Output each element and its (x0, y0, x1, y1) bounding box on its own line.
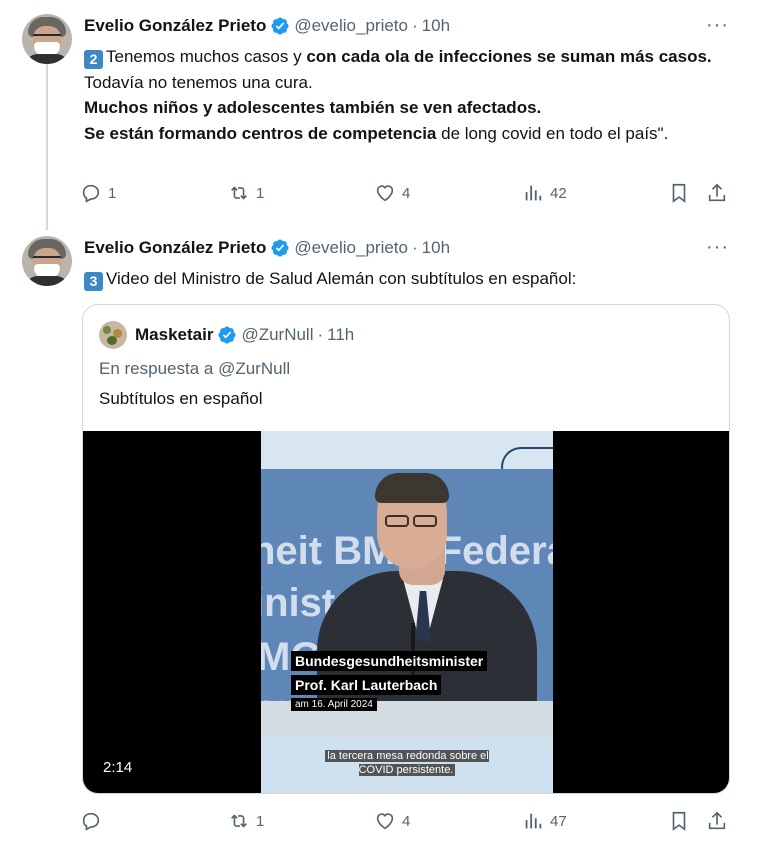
reply-icon (82, 184, 100, 203)
video-frame: heit BMG Federa inist lth MG er Bundesge… (261, 431, 553, 793)
author-name[interactable]: Evelio González Prieto (84, 16, 266, 36)
timestamp[interactable]: 10h (422, 238, 450, 258)
action-bar: 1 4 47 (80, 810, 740, 836)
bookmark-icon (672, 811, 686, 831)
reply-icon (82, 812, 100, 831)
quoted-timestamp[interactable]: 11h (327, 325, 354, 345)
text-bold: Se están formando centros de competencia (84, 123, 437, 143)
quoted-author-name[interactable]: Masketair (135, 325, 213, 345)
views-button[interactable]: 42 (522, 182, 567, 204)
lower-third-name: Prof. Karl Lauterbach (291, 675, 442, 695)
like-button[interactable]: 4 (374, 810, 410, 832)
video-duration: 2:14 (95, 757, 141, 778)
avatar[interactable] (22, 236, 72, 286)
tweet-text: 3 Video del Ministro de Salud Alemán con … (84, 266, 734, 292)
retweet-icon (231, 186, 247, 200)
share-icon (708, 183, 726, 202)
views-count: 42 (550, 184, 567, 202)
tweet-header: Evelio González Prieto @evelio_prieto · … (84, 238, 450, 258)
author-name[interactable]: Evelio González Prieto (84, 238, 266, 258)
text-normal: Todavía no tenemos una cura. (84, 72, 313, 92)
tweet-header: Evelio González Prieto @evelio_prieto · … (84, 16, 450, 36)
avatar-shape (107, 336, 117, 345)
keycap-number-badge: 3 (84, 272, 103, 291)
views-chart-icon (525, 813, 542, 829)
like-button[interactable]: 4 (374, 182, 410, 204)
retweet-icon (231, 814, 247, 828)
reply-count: 1 (108, 184, 117, 202)
avatar-shape (103, 326, 111, 334)
text-line: Muchos niños y adolescentes también se v… (84, 95, 734, 121)
bookmark-icon (672, 183, 686, 203)
video-subtitle: la tercera mesa redonda sobre el COVID p… (317, 749, 497, 777)
avatar-glasses (33, 256, 61, 262)
text-bold: con cada ola de infecciones se suman más… (306, 47, 712, 66)
author-handle[interactable]: @evelio_prieto (294, 16, 408, 36)
tweet-text: 2 Tenemos muchos casos y con cada ola de … (84, 44, 734, 146)
reply-context: En respuesta a @ZurNull (99, 359, 291, 378)
avatar-shirt (24, 276, 70, 286)
quoted-avatar[interactable] (99, 321, 127, 349)
share-button[interactable] (706, 810, 728, 832)
quoted-tweet-header: Masketair @ZurNull · 11h (99, 321, 354, 349)
more-options-icon[interactable]: ··· (706, 15, 730, 40)
bookmark-button[interactable] (668, 810, 690, 832)
text-normal: Video del Ministro de Salud Alemán con s… (106, 269, 577, 288)
lower-third-title: Bundesgesundheitsminister (291, 651, 488, 671)
heart-icon (376, 185, 394, 202)
like-count: 4 (402, 812, 411, 830)
separator-dot: · (317, 325, 324, 344)
subtitle-text: la tercera mesa redonda sobre el COVID p… (325, 750, 489, 776)
more-options-icon[interactable]: ··· (706, 237, 730, 262)
text-line: Se están formando centros de competencia… (84, 121, 734, 147)
text-line: 2 Tenemos muchos casos y con cada ola de … (84, 44, 734, 70)
avatar[interactable] (22, 14, 72, 64)
separator-dot: · (411, 16, 418, 35)
retweet-count: 1 (256, 184, 265, 202)
tweet-1[interactable]: Evelio González Prieto @evelio_prieto · … (0, 0, 762, 230)
avatar-mask (34, 264, 60, 278)
action-bar: 1 1 4 42 (80, 182, 740, 208)
speaker-glasses-left (385, 515, 409, 527)
reply-button[interactable] (80, 810, 108, 832)
verified-badge-icon (271, 239, 289, 257)
author-handle[interactable]: @evelio_prieto (294, 238, 408, 258)
share-button[interactable] (706, 182, 728, 204)
views-chart-icon (525, 185, 542, 201)
speaker-hair (375, 473, 449, 503)
like-count: 4 (402, 184, 411, 202)
quoted-tweet-text: Subtítulos en español (99, 389, 263, 408)
verified-badge-icon (271, 17, 289, 35)
retweet-count: 1 (256, 812, 265, 830)
bookmark-button[interactable] (668, 182, 690, 204)
speaker-glasses-right (413, 515, 437, 527)
views-button[interactable]: 47 (522, 810, 567, 832)
reply-button[interactable]: 1 (80, 182, 116, 204)
timestamp[interactable]: 10h (422, 16, 450, 36)
avatar-mask (34, 42, 60, 56)
share-icon (708, 811, 726, 830)
text-normal: Tenemos muchos casos y (106, 47, 307, 66)
retweet-button[interactable]: 1 (228, 182, 264, 204)
avatar-glasses (33, 34, 61, 40)
heart-icon (376, 813, 394, 830)
verified-badge-icon (218, 326, 236, 344)
text-line: Todavía no tenemos una cura. (84, 70, 734, 96)
text-bold: Muchos niños y adolescentes también se v… (84, 98, 542, 117)
views-count: 47 (550, 812, 567, 830)
video-player[interactable]: heit BMG Federa inist lth MG er Bundesge… (83, 431, 729, 793)
text-normal: de long covid en todo el país". (436, 123, 669, 143)
separator-dot: · (411, 238, 418, 257)
quoted-tweet[interactable]: Masketair @ZurNull · 11h En respuesta a … (82, 304, 730, 794)
avatar-shirt (24, 54, 70, 64)
lower-third-date: am 16. April 2024 (291, 698, 377, 711)
retweet-button[interactable]: 1 (228, 810, 264, 832)
keycap-number-badge: 2 (84, 50, 103, 69)
quoted-author-handle[interactable]: @ZurNull (241, 325, 313, 345)
